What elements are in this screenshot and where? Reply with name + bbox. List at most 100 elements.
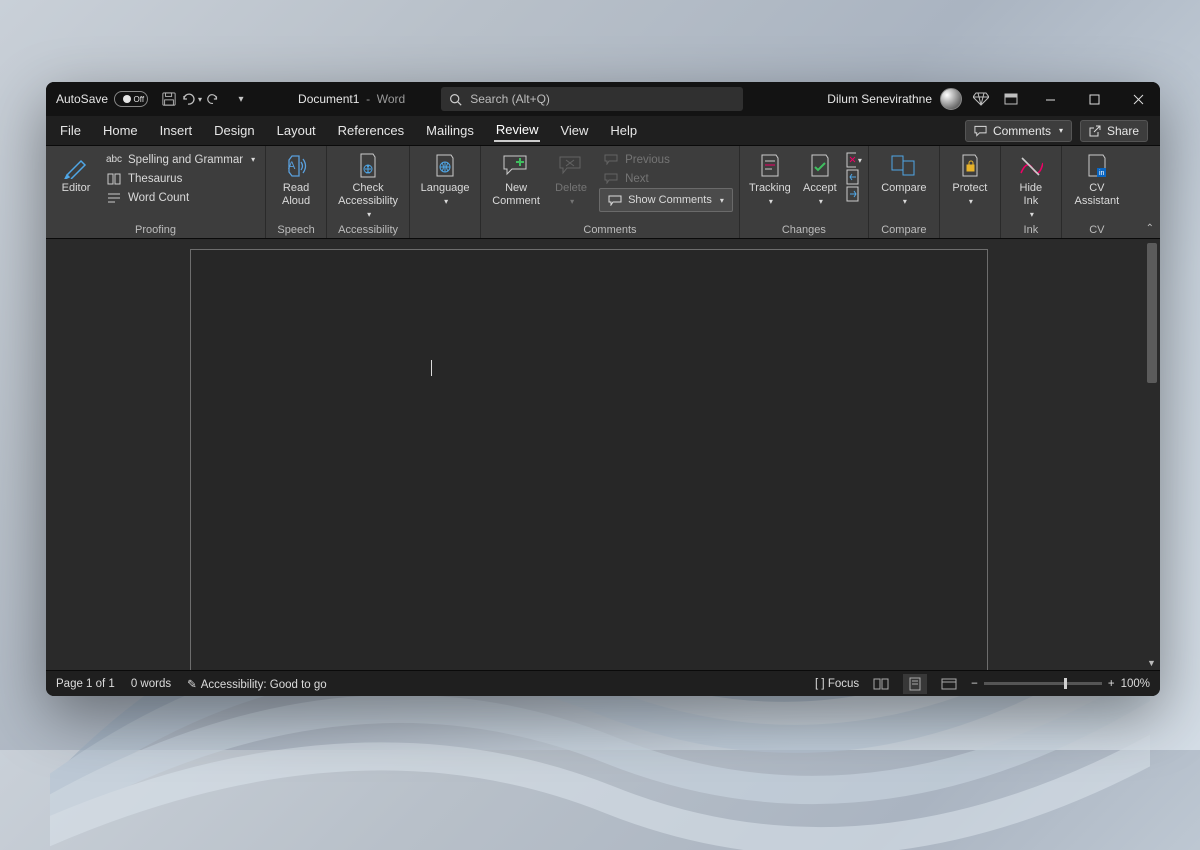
hide-ink-label: Hide Ink	[1020, 182, 1043, 208]
tab-help[interactable]: Help	[608, 120, 639, 141]
zoom-level[interactable]: 100%	[1121, 678, 1150, 690]
chevron-down-icon: ▾	[720, 196, 724, 205]
check-accessibility-button[interactable]: Check Accessibility▾	[333, 150, 403, 222]
comments-button[interactable]: Comments ▾	[965, 120, 1072, 142]
tab-layout[interactable]: Layout	[275, 120, 318, 141]
accept-button[interactable]: Accept ▾	[796, 150, 844, 209]
share-button[interactable]: Share	[1080, 120, 1148, 142]
maximize-button[interactable]	[1072, 82, 1116, 116]
group-language: Language ▾	[410, 146, 481, 238]
chevron-down-icon: ▾	[251, 155, 255, 164]
save-icon[interactable]	[158, 87, 180, 111]
read-aloud-label: Read Aloud	[282, 182, 310, 208]
prev-change-icon[interactable]	[846, 169, 862, 185]
group-label-proofing: Proofing	[52, 222, 259, 236]
user-avatar[interactable]	[940, 88, 962, 110]
zoom-out-button[interactable]: −	[971, 678, 978, 690]
print-layout-icon[interactable]	[903, 674, 927, 694]
tab-view[interactable]: View	[558, 120, 590, 141]
tab-file[interactable]: File	[58, 120, 83, 141]
thesaurus-icon	[106, 171, 122, 187]
tab-references[interactable]: References	[336, 120, 406, 141]
tab-insert[interactable]: Insert	[158, 120, 195, 141]
tab-mailings[interactable]: Mailings	[424, 120, 476, 141]
hide-ink-button[interactable]: Hide Ink ▾	[1007, 150, 1055, 222]
chevron-down-icon: ▾	[367, 210, 371, 220]
tab-home[interactable]: Home	[101, 120, 140, 141]
ribbon-display-icon[interactable]	[1000, 87, 1022, 111]
document-title: Document1 - Word	[298, 92, 405, 106]
chevron-down-icon: ▾	[444, 197, 448, 207]
next-change-icon[interactable]	[846, 186, 862, 202]
chevron-down-icon: ▾	[1030, 210, 1034, 220]
collapse-ribbon-icon[interactable]: ⌃	[1146, 223, 1154, 234]
toggle-switch[interactable]: Off	[114, 91, 148, 107]
group-protect: Protect ▾	[940, 146, 1001, 238]
new-comment-button[interactable]: New Comment	[487, 150, 545, 210]
undo-icon[interactable]: ▾	[180, 87, 202, 111]
chevron-down-icon: ▾	[1059, 126, 1063, 135]
new-comment-label: New Comment	[492, 182, 540, 208]
autosave-toggle[interactable]: AutoSave Off	[46, 91, 158, 107]
chevron-down-icon: ▾	[769, 197, 773, 207]
group-label-changes: Changes	[746, 222, 862, 236]
zoom-slider[interactable]	[984, 682, 1102, 685]
tracking-button[interactable]: Tracking ▾	[746, 150, 794, 209]
tab-review[interactable]: Review	[494, 119, 541, 142]
editor-button[interactable]: Editor	[52, 150, 100, 197]
word-count-label: Word Count	[128, 192, 189, 204]
accept-label: Accept	[803, 182, 837, 195]
group-label-speech: Speech	[272, 222, 320, 236]
compare-button[interactable]: Compare ▾	[875, 150, 933, 209]
tab-design[interactable]: Design	[212, 120, 256, 141]
group-accessibility: Check Accessibility▾ Accessibility	[327, 146, 410, 238]
cv-assistant-button[interactable]: in CV Assistant	[1068, 150, 1126, 210]
autosave-label: AutoSave	[56, 92, 108, 106]
title-bar: AutoSave Off ▾ ▾ Document1 - Word Search…	[46, 82, 1160, 116]
reject-icon[interactable]: ▾	[846, 152, 862, 168]
word-count-button[interactable]: Word Count	[102, 188, 259, 207]
read-mode-icon[interactable]	[869, 674, 893, 694]
group-label-language	[416, 222, 474, 236]
group-label-ink: Ink	[1007, 222, 1055, 236]
delete-comment-button[interactable]: Delete ▾	[547, 150, 595, 209]
zoom-slider-thumb[interactable]	[1064, 678, 1067, 689]
chevron-down-icon: ▾	[819, 197, 823, 207]
next-comment-button[interactable]: Next	[599, 169, 733, 188]
read-aloud-button[interactable]: A Read Aloud	[272, 150, 320, 210]
spelling-grammar-button[interactable]: abc Spelling and Grammar ▾	[102, 150, 259, 169]
show-comments-button[interactable]: Show Comments ▾	[599, 188, 733, 212]
previous-comment-button[interactable]: Previous	[599, 150, 733, 169]
ribbon: Editor abc Spelling and Grammar ▾ Thesau…	[46, 146, 1160, 239]
page-indicator[interactable]: Page 1 of 1	[56, 678, 115, 690]
tracking-label: Tracking	[749, 182, 791, 195]
thesaurus-button[interactable]: Thesaurus	[102, 169, 259, 188]
vertical-scrollbar[interactable]: ▲ ▼	[1146, 239, 1158, 670]
search-box[interactable]: Search (Alt+Q)	[441, 87, 743, 111]
spelling-label: Spelling and Grammar	[128, 154, 243, 166]
protect-button[interactable]: Protect ▾	[946, 150, 994, 209]
delete-label: Delete	[555, 182, 587, 195]
customize-qat-icon[interactable]: ▾	[230, 87, 252, 111]
web-layout-icon[interactable]	[937, 674, 961, 694]
svg-text:in: in	[1099, 170, 1105, 177]
scroll-down-icon[interactable]: ▼	[1147, 658, 1156, 668]
document-area[interactable]: ▲ ▼	[46, 239, 1160, 670]
svg-text:A: A	[288, 160, 296, 172]
scrollbar-thumb[interactable]	[1147, 243, 1157, 383]
language-button[interactable]: Language ▾	[416, 150, 474, 209]
show-comments-icon	[608, 195, 622, 206]
document-page[interactable]	[190, 249, 988, 670]
chevron-down-icon: ▾	[969, 197, 973, 207]
group-label-cv: CV	[1068, 222, 1126, 236]
next-icon	[603, 171, 619, 187]
previous-icon	[603, 152, 619, 168]
close-button[interactable]	[1116, 82, 1160, 116]
accessibility-status[interactable]: ✎Accessibility: Good to go	[187, 677, 327, 691]
minimize-button[interactable]	[1028, 82, 1072, 116]
focus-mode-button[interactable]: [ ] Focus	[815, 678, 859, 690]
word-count-indicator[interactable]: 0 words	[131, 678, 171, 690]
redo-icon[interactable]	[202, 87, 224, 111]
diamond-icon[interactable]	[970, 87, 992, 111]
zoom-in-button[interactable]: +	[1108, 678, 1115, 690]
